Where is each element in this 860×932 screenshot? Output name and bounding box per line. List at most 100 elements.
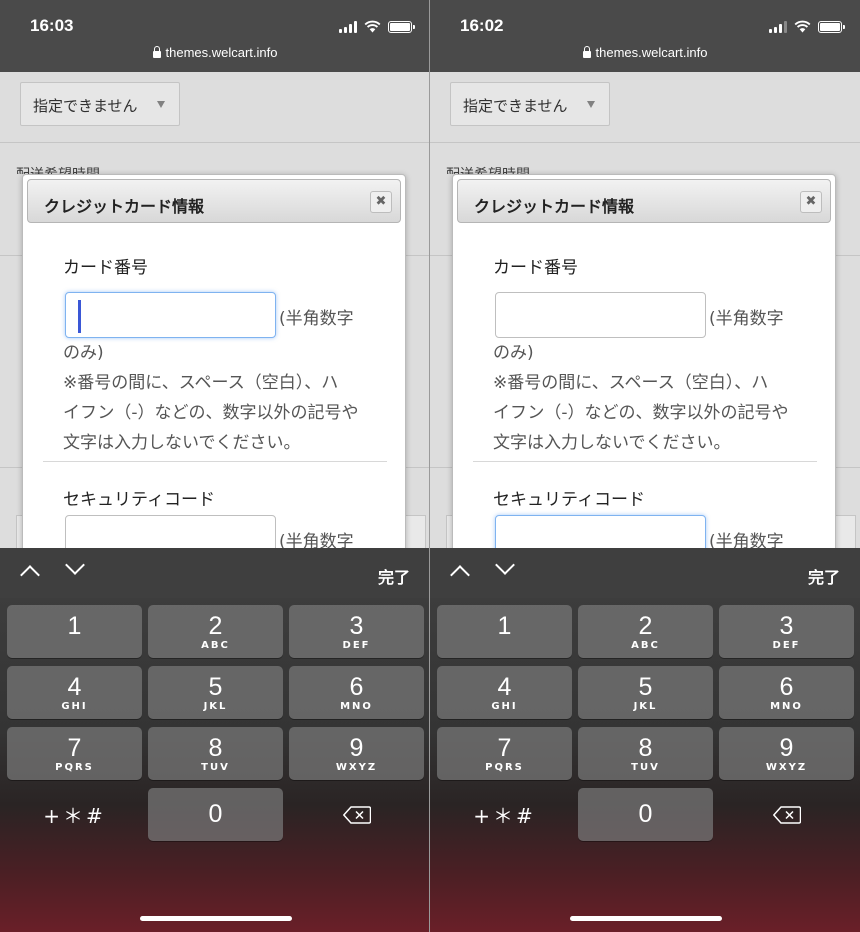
key-3[interactable]: 3 DEF (289, 605, 424, 658)
status-bar: 16:02 themes.welcart.info (430, 0, 860, 72)
key-number: 1 (67, 612, 82, 640)
status-time: 16:02 (460, 16, 504, 35)
card-number-hint-inline: (半角数字 (279, 309, 354, 329)
card-number-section: カード番号 (半角数字 のみ) ※番号の間に、スペース（空白）、ハ イフン（-）… (63, 253, 373, 458)
dialog-header: クレジットカード情報 ✖ (457, 179, 831, 223)
status-bar: 16:03 themes.welcart.info (0, 0, 430, 72)
key-number: 5 (638, 673, 653, 701)
hint-line: のみ) (63, 343, 104, 363)
card-number-row: (半角数字 (493, 292, 803, 338)
key-number: 4 (497, 673, 512, 701)
wifi-icon (364, 20, 381, 33)
key-4[interactable]: 4 GHI (7, 666, 142, 719)
key-letters: GHI (491, 701, 518, 712)
key-number: 7 (67, 734, 82, 762)
key-6[interactable]: 6 MNO (289, 666, 424, 719)
dialog-header: クレジットカード情報 ✖ (27, 179, 401, 223)
key-7[interactable]: 7 PQRS (437, 727, 572, 780)
card-number-input[interactable] (65, 292, 276, 338)
key-number: 9 (779, 734, 794, 762)
chevron-up-icon[interactable] (450, 565, 470, 585)
numeric-keypad: 1 2 ABC 3 DEF 4 GHI 5 JKL 6 MNO 7 PQRS 8 TUV 9W… (0, 598, 430, 932)
backspace-icon (343, 806, 371, 824)
key-8[interactable]: 8 TUV (578, 727, 713, 780)
done-button[interactable]: 完了 (808, 564, 840, 588)
hint-line: ※番号の間に、スペース（空白）、ハ (493, 373, 769, 393)
key-backspace[interactable] (289, 788, 424, 841)
hint-line: イフン（-）などの、数字以外の記号や (63, 403, 359, 423)
key-number: 4 (67, 673, 82, 701)
address-bar[interactable]: themes.welcart.info (430, 45, 860, 60)
phone-screen-left: 16:03 themes.welcart.info 指定できません クレジットカ… (0, 0, 430, 932)
card-number-hint: のみ) ※番号の間に、スペース（空白）、ハ イフン（-）などの、数字以外の記号や… (493, 338, 803, 458)
key-number: 9 (349, 734, 364, 762)
screenshot-pair: 16:03 themes.welcart.info 指定できません クレジットカ… (0, 0, 860, 932)
key-4[interactable]: 4 GHI (437, 666, 572, 719)
card-number-section: カード番号 (半角数字 のみ) ※番号の間に、スペース（空白）、ハ イフン（-）… (493, 253, 803, 458)
key-number: 2 (208, 612, 223, 640)
url-text: themes.welcart.info (595, 45, 708, 60)
hint-line: 文字は入力しないでください。 (63, 433, 301, 453)
hint-line: イフン（-）などの、数字以外の記号や (493, 403, 789, 423)
status-time: 16:03 (30, 16, 74, 35)
home-indicator[interactable] (570, 916, 722, 921)
key-3[interactable]: 3 DEF (719, 605, 854, 658)
key-2[interactable]: 2 ABC (148, 605, 283, 658)
key-6[interactable]: 6 MNO (719, 666, 854, 719)
key-0[interactable]: 0 (148, 788, 283, 841)
section-divider (43, 461, 387, 462)
key-5[interactable]: 5 JKL (148, 666, 283, 719)
keyboard-toolbar: 完了 (430, 548, 860, 598)
key-9[interactable]: 9 WXYZ (719, 727, 854, 780)
key-2[interactable]: 2 ABC (578, 605, 713, 658)
key-1[interactable]: 1 (7, 605, 142, 658)
key-8[interactable]: 8 TUV (148, 727, 283, 780)
chevron-down-icon[interactable] (495, 555, 515, 575)
key-letters: MNO (770, 701, 803, 712)
hint-line: のみ) (493, 343, 534, 363)
numeric-keypad: 1 2 ABC 3 DEF 4 GHI 5 JKL 6 MNO 7 PQRS 8 TUV 9W… (430, 598, 860, 932)
key-number: 2 (638, 612, 653, 640)
key-backspace[interactable] (719, 788, 854, 841)
credit-card-dialog: クレジットカード情報 ✖ カード番号 (半角数字 のみ) ※番号の間に、スペース… (22, 174, 406, 574)
system-icons (769, 20, 845, 33)
key-letters: PQRS (485, 762, 524, 773)
symbols-label: +＊# (473, 804, 536, 828)
key-5[interactable]: 5 JKL (578, 666, 713, 719)
chevron-down-icon[interactable] (65, 555, 85, 575)
credit-card-dialog: クレジットカード情報 ✖ カード番号 (半角数字 のみ) ※番号の間に、スペース… (452, 174, 836, 574)
card-number-input[interactable] (495, 292, 706, 338)
close-icon[interactable]: ✖ (370, 191, 392, 213)
security-code-label: セキュリティコード (63, 490, 215, 510)
key-1[interactable]: 1 (437, 605, 572, 658)
key-letters: GHI (61, 701, 88, 712)
key-letters: WXYZ (765, 762, 808, 773)
key-7[interactable]: 7 PQRS (7, 727, 142, 780)
section-divider (473, 461, 817, 462)
key-number: 0 (638, 800, 653, 828)
key-symbols[interactable]: +＊# (7, 788, 142, 841)
chevron-up-icon[interactable] (20, 565, 40, 585)
dialog-title: クレジットカード情報 (44, 197, 205, 216)
backspace-icon (773, 806, 801, 824)
address-bar[interactable]: themes.welcart.info (0, 45, 430, 60)
key-letters: TUV (201, 762, 230, 773)
key-number: 7 (497, 734, 512, 762)
key-number: 6 (779, 673, 794, 701)
home-indicator[interactable] (140, 916, 292, 921)
key-symbols[interactable]: +＊# (437, 788, 572, 841)
key-0[interactable]: 0 (578, 788, 713, 841)
system-icons (339, 20, 415, 33)
key-letters: TUV (631, 762, 660, 773)
cellular-signal-icon (339, 20, 357, 33)
wifi-icon (794, 20, 811, 33)
lock-icon (582, 46, 591, 58)
key-9[interactable]: 9 WXYZ (289, 727, 424, 780)
done-button[interactable]: 完了 (378, 564, 410, 588)
key-letters: PQRS (55, 762, 94, 773)
card-number-hint-inline: (半角数字 (709, 309, 784, 329)
key-letters: ABC (201, 640, 230, 651)
key-letters: DEF (772, 640, 801, 651)
keyboard-toolbar: 完了 (0, 548, 430, 598)
close-icon[interactable]: ✖ (800, 191, 822, 213)
